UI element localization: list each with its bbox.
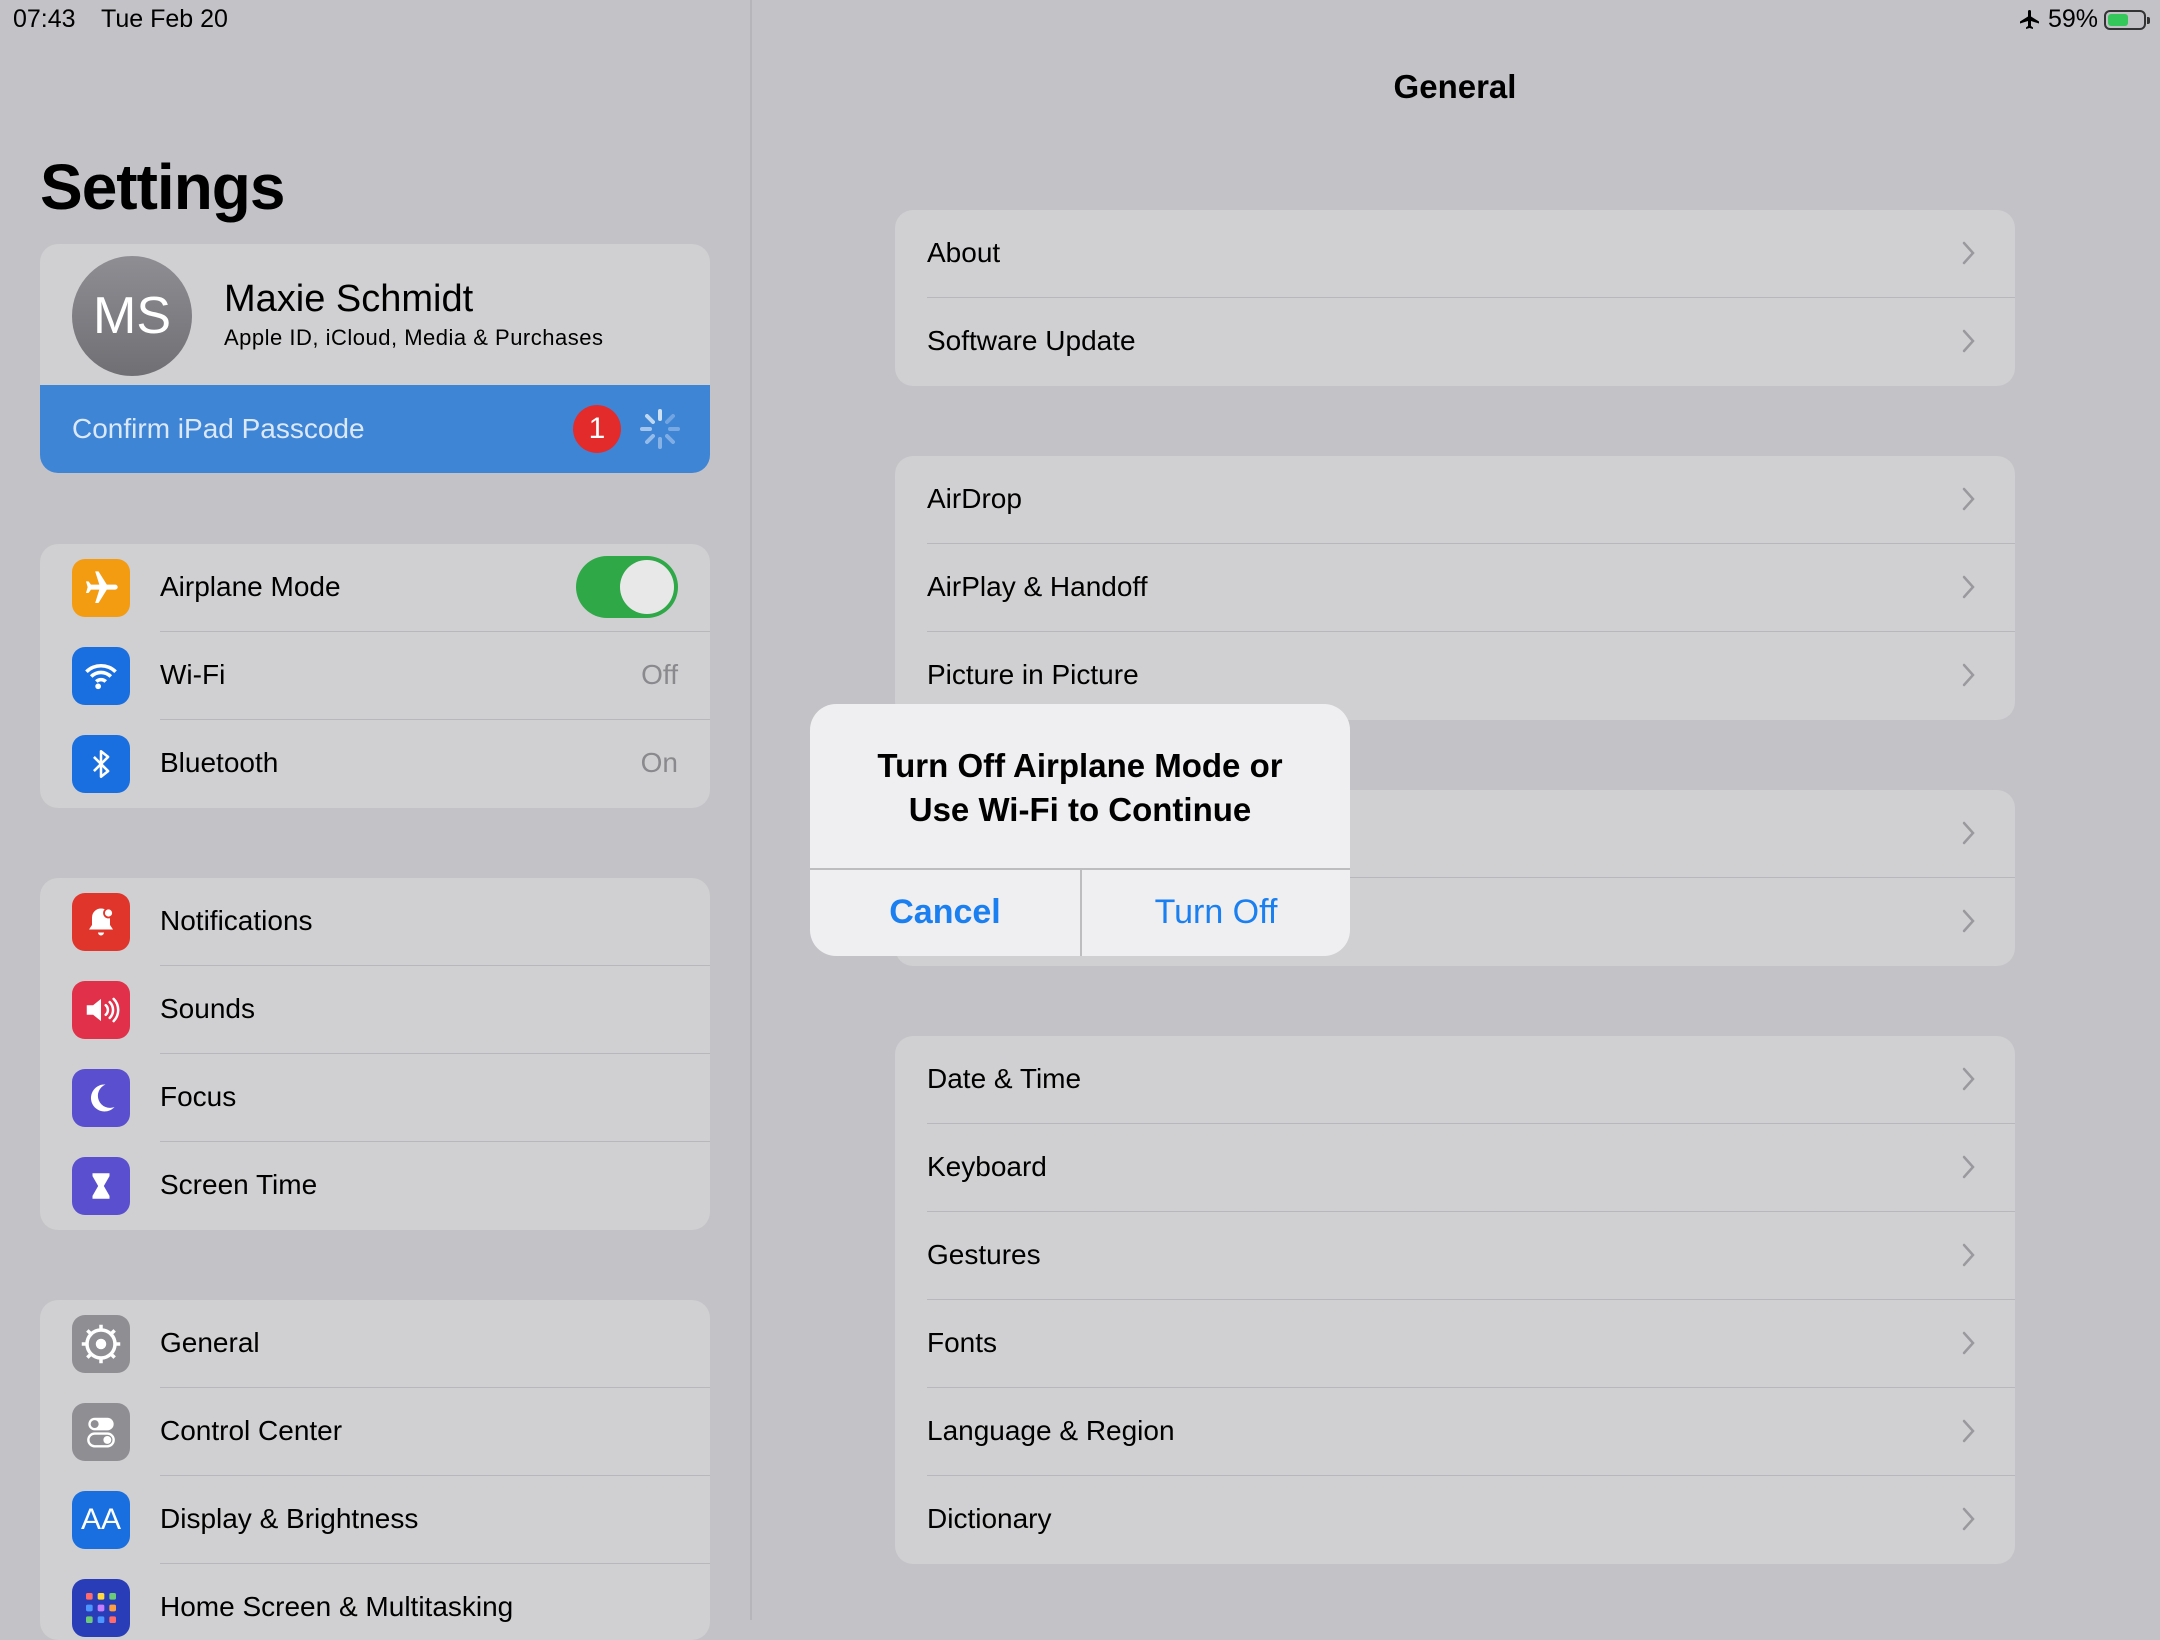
notifications-group: Notifications Sounds Focus Screen Time bbox=[40, 878, 710, 1230]
row-label: Dictionary bbox=[927, 1503, 1052, 1534]
row-label: Fonts bbox=[927, 1327, 998, 1358]
row-label: Language & Region bbox=[927, 1415, 1175, 1446]
sidebar-item-label: Focus bbox=[160, 1081, 237, 1112]
row-software-update[interactable]: Software Update bbox=[895, 298, 2015, 386]
detail-title: General bbox=[1393, 68, 1517, 105]
chevron-right-icon bbox=[1962, 909, 1975, 933]
row-label: AirDrop bbox=[927, 483, 1022, 514]
sidebar-item-label: Control Center bbox=[160, 1415, 343, 1446]
sidebar-item-screen-time[interactable]: Screen Time bbox=[40, 1142, 710, 1230]
notification-badge: 1 bbox=[573, 405, 621, 453]
airplane-status-icon bbox=[2019, 9, 2039, 29]
page-title: Settings bbox=[40, 151, 285, 223]
chevron-right-icon bbox=[1962, 1507, 1975, 1531]
row-gestures[interactable]: Gestures bbox=[895, 1212, 2015, 1300]
sidebar-item-label: Home Screen & Multitasking bbox=[160, 1591, 514, 1622]
sidebar-item-control-center[interactable]: Control Center bbox=[40, 1388, 710, 1476]
row-label: Software Update bbox=[927, 325, 1136, 356]
chevron-right-icon bbox=[1962, 1331, 1975, 1355]
row-keyboard[interactable]: Keyboard bbox=[895, 1124, 2015, 1212]
chevron-right-icon bbox=[1962, 1243, 1975, 1267]
sidebar-item-label: Sounds bbox=[160, 993, 255, 1024]
alert-dialog: Turn Off Airplane Mode or Use Wi-Fi to C… bbox=[810, 704, 1350, 956]
sidebar-item-label: Screen Time bbox=[160, 1169, 318, 1200]
airplane-mode-toggle[interactable] bbox=[576, 556, 678, 618]
sidebar-item-airplane-mode[interactable]: Airplane Mode bbox=[40, 544, 710, 632]
profile-name: Maxie Schmidt bbox=[224, 278, 474, 320]
moon-icon bbox=[72, 1069, 130, 1127]
speaker-icon bbox=[72, 981, 130, 1039]
row-language-region[interactable]: Language & Region bbox=[895, 1388, 2015, 1476]
row-label: About bbox=[927, 237, 1001, 268]
status-right: 59% bbox=[2018, 5, 2150, 34]
general-group: General Control Center AA Display & Brig… bbox=[40, 1300, 710, 1640]
sidebar-item-sounds[interactable]: Sounds bbox=[40, 966, 710, 1054]
turn-off-button[interactable]: Turn Off bbox=[1081, 869, 1350, 956]
connectivity-group: Airplane Mode Wi-Fi Off Bluetooth On bbox=[40, 544, 710, 808]
chevron-right-icon bbox=[1962, 575, 1975, 599]
row-fonts[interactable]: Fonts bbox=[895, 1300, 2015, 1388]
bluetooth-status: On bbox=[640, 747, 678, 778]
sidebar: Settings MS Maxie Schmidt Apple ID, iClo… bbox=[0, 0, 752, 1640]
chevron-right-icon bbox=[1962, 241, 1975, 265]
spinner-icon bbox=[640, 409, 680, 449]
confirm-passcode-label: Confirm iPad Passcode bbox=[72, 413, 365, 444]
sidebar-item-bluetooth[interactable]: Bluetooth On bbox=[40, 720, 710, 808]
profile-subtitle: Apple ID, iCloud, Media & Purchases bbox=[224, 325, 604, 350]
sidebar-item-wifi[interactable]: Wi-Fi Off bbox=[40, 632, 710, 720]
row-dictionary[interactable]: Dictionary bbox=[895, 1476, 2015, 1564]
row-airplay-handoff[interactable]: AirPlay & Handoff bbox=[895, 544, 2015, 632]
sidebar-item-label: Wi-Fi bbox=[160, 659, 226, 690]
confirm-passcode-row[interactable]: Confirm iPad Passcode 1 bbox=[40, 385, 710, 473]
bell-icon bbox=[72, 893, 130, 951]
row-airdrop[interactable]: AirDrop bbox=[895, 456, 2015, 544]
battery-icon bbox=[2104, 9, 2150, 30]
sidebar-item-display-brightness[interactable]: AA Display & Brightness bbox=[40, 1476, 710, 1564]
chevron-right-icon bbox=[1962, 1155, 1975, 1179]
chevron-right-icon bbox=[1962, 821, 1975, 845]
chevron-right-icon bbox=[1962, 663, 1975, 687]
wifi-status: Off bbox=[641, 659, 678, 690]
hourglass-icon bbox=[72, 1157, 130, 1215]
row-label: Date & Time bbox=[927, 1063, 1082, 1094]
bluetooth-icon bbox=[72, 735, 130, 793]
alert-title-line-2: Use Wi-Fi to Continue bbox=[908, 791, 1252, 828]
alert-title-line-1: Turn Off Airplane Mode or bbox=[877, 747, 1283, 784]
switches-icon bbox=[72, 1403, 130, 1461]
sidebar-item-focus[interactable]: Focus bbox=[40, 1054, 710, 1142]
battery-percent: 59% bbox=[2047, 5, 2098, 33]
gear-icon bbox=[72, 1315, 130, 1373]
sidebar-item-notifications[interactable]: Notifications bbox=[40, 878, 710, 966]
row-label: Keyboard bbox=[927, 1151, 1047, 1182]
sidebar-item-label: Bluetooth bbox=[160, 747, 279, 778]
chevron-right-icon bbox=[1962, 1419, 1975, 1443]
detail-group-about: About Software Update bbox=[895, 210, 2015, 386]
app-grid-icon bbox=[72, 1579, 130, 1637]
row-label: Gestures bbox=[927, 1239, 1041, 1270]
row-about[interactable]: About bbox=[895, 210, 2015, 298]
sidebar-item-label: Airplane Mode bbox=[160, 571, 341, 602]
row-label: Picture in Picture bbox=[927, 659, 1139, 690]
avatar: MS bbox=[72, 256, 192, 376]
detail-group-date-time: Date & Time Keyboard Gestures Fonts Lang… bbox=[895, 1036, 2015, 1564]
row-date-time[interactable]: Date & Time bbox=[895, 1036, 2015, 1124]
wifi-icon bbox=[72, 647, 130, 705]
alert-title: Turn Off Airplane Mode or Use Wi-Fi to C… bbox=[830, 744, 1330, 832]
airplane-icon bbox=[72, 559, 130, 617]
detail-group-airdrop: AirDrop AirPlay & Handoff Picture in Pic… bbox=[895, 456, 2015, 720]
row-label: AirPlay & Handoff bbox=[927, 571, 1148, 602]
sidebar-item-home-screen[interactable]: Home Screen & Multitasking bbox=[40, 1564, 710, 1640]
chevron-right-icon bbox=[1962, 487, 1975, 511]
sidebar-item-general[interactable]: General bbox=[40, 1300, 710, 1388]
cancel-button[interactable]: Cancel bbox=[810, 869, 1080, 956]
text-size-icon: AA bbox=[72, 1491, 130, 1549]
sidebar-item-label: Notifications bbox=[160, 905, 313, 936]
chevron-right-icon bbox=[1962, 1067, 1975, 1091]
profile-card[interactable]: MS Maxie Schmidt Apple ID, iCloud, Media… bbox=[40, 244, 710, 473]
chevron-right-icon bbox=[1962, 329, 1975, 353]
sidebar-item-label: General bbox=[160, 1327, 260, 1358]
sidebar-item-label: Display & Brightness bbox=[160, 1503, 419, 1534]
